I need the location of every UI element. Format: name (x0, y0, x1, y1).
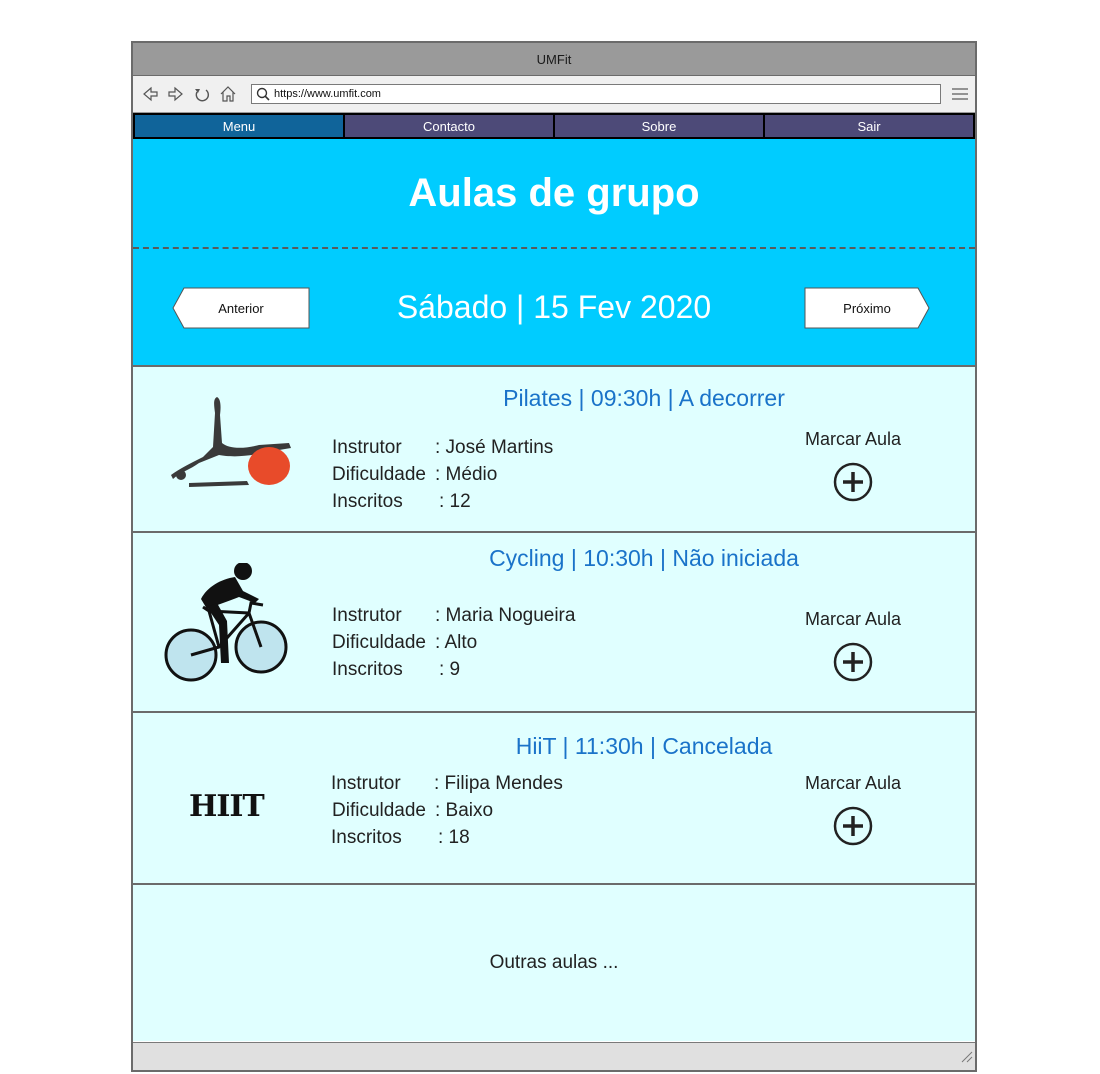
hiit-logo: HIIT (189, 789, 265, 824)
difficulty-label: Dificuldade (332, 464, 426, 485)
enrolled-label: Inscritos (332, 659, 403, 680)
status-bar (133, 1042, 975, 1070)
nav-item-sair[interactable]: Sair (765, 115, 973, 137)
next-day-button[interactable]: Próximo (804, 287, 930, 329)
difficulty-value: : Alto (435, 632, 478, 653)
page-title: Aulas de grupo (408, 170, 700, 215)
plus-circle-icon[interactable] (833, 642, 873, 687)
book-class-label: Marcar Aula (804, 429, 902, 449)
book-class-button[interactable]: Marcar Aula (798, 609, 908, 687)
back-icon[interactable] (139, 83, 161, 105)
class-title: HiiT | 11:30h | Cancelada (515, 733, 773, 759)
class-card-pilates: Pilates | 09:30h | A decorrer Instrutor:… (133, 367, 975, 533)
nav-item-contacto[interactable]: Contacto (345, 115, 553, 137)
difficulty-label: Dificuldade (332, 800, 426, 821)
nav-item-sobre[interactable]: Sobre (555, 115, 763, 137)
instructor-label: Instrutor (331, 773, 401, 794)
page-header: Aulas de grupo (133, 139, 975, 249)
class-card-hiit: HiiT | 11:30h | Cancelada HIIT Instrutor… (133, 713, 975, 885)
browser-window: UMFit https://www.umfit.com Menu Contact… (131, 41, 977, 1072)
menu-icon[interactable] (951, 86, 969, 102)
enrolled-value: : 9 (439, 659, 461, 680)
plus-circle-icon[interactable] (833, 462, 873, 507)
plus-circle-icon[interactable] (833, 806, 873, 851)
class-title: Cycling | 10:30h | Não iniciada (489, 545, 799, 571)
nav-item-menu[interactable]: Menu (135, 115, 343, 137)
enrolled-label: Inscritos (331, 827, 402, 848)
instructor-value: : Maria Nogueira (435, 605, 576, 626)
class-card-cycling: Cycling | 10:30h | Não iniciada Instruto… (133, 533, 975, 713)
browser-toolbar: https://www.umfit.com (133, 76, 975, 113)
search-icon (252, 87, 274, 101)
difficulty-label: Dificuldade (332, 632, 426, 653)
instructor-label: Instrutor (332, 437, 402, 458)
window-titlebar: UMFit (133, 43, 975, 76)
cycling-icon (163, 562, 291, 692)
book-class-label: Marcar Aula (804, 773, 902, 793)
date-navigator: Anterior Sábado | 15 Fev 2020 Próximo (133, 249, 975, 367)
url-text: https://www.umfit.com (274, 88, 381, 100)
enrolled-value: : 18 (438, 827, 470, 848)
forward-icon[interactable] (165, 83, 187, 105)
difficulty-value: : Médio (435, 464, 498, 485)
address-bar[interactable]: https://www.umfit.com (251, 84, 941, 104)
pilates-icon (169, 393, 293, 498)
main-nav: Menu Contacto Sobre Sair (133, 113, 975, 139)
next-day-label: Próximo (843, 300, 891, 316)
class-title: Pilates | 09:30h | A decorrer (503, 385, 785, 411)
instructor-value: : José Martins (435, 437, 554, 458)
book-class-label: Marcar Aula (804, 609, 902, 629)
resize-grip-icon[interactable] (959, 1049, 973, 1068)
enrolled-label: Inscritos (332, 491, 403, 512)
home-icon[interactable] (217, 83, 239, 105)
other-classes-link[interactable]: Outras aulas ... (133, 885, 975, 1041)
reload-icon[interactable] (191, 83, 213, 105)
book-class-button[interactable]: Marcar Aula (798, 773, 908, 851)
instructor-label: Instrutor (332, 605, 402, 626)
book-class-button[interactable]: Marcar Aula (798, 429, 908, 507)
difficulty-value: : Baixo (435, 800, 494, 821)
window-title: UMFit (536, 51, 572, 67)
instructor-value: : Filipa Mendes (434, 773, 563, 794)
enrolled-value: : 12 (439, 491, 471, 512)
